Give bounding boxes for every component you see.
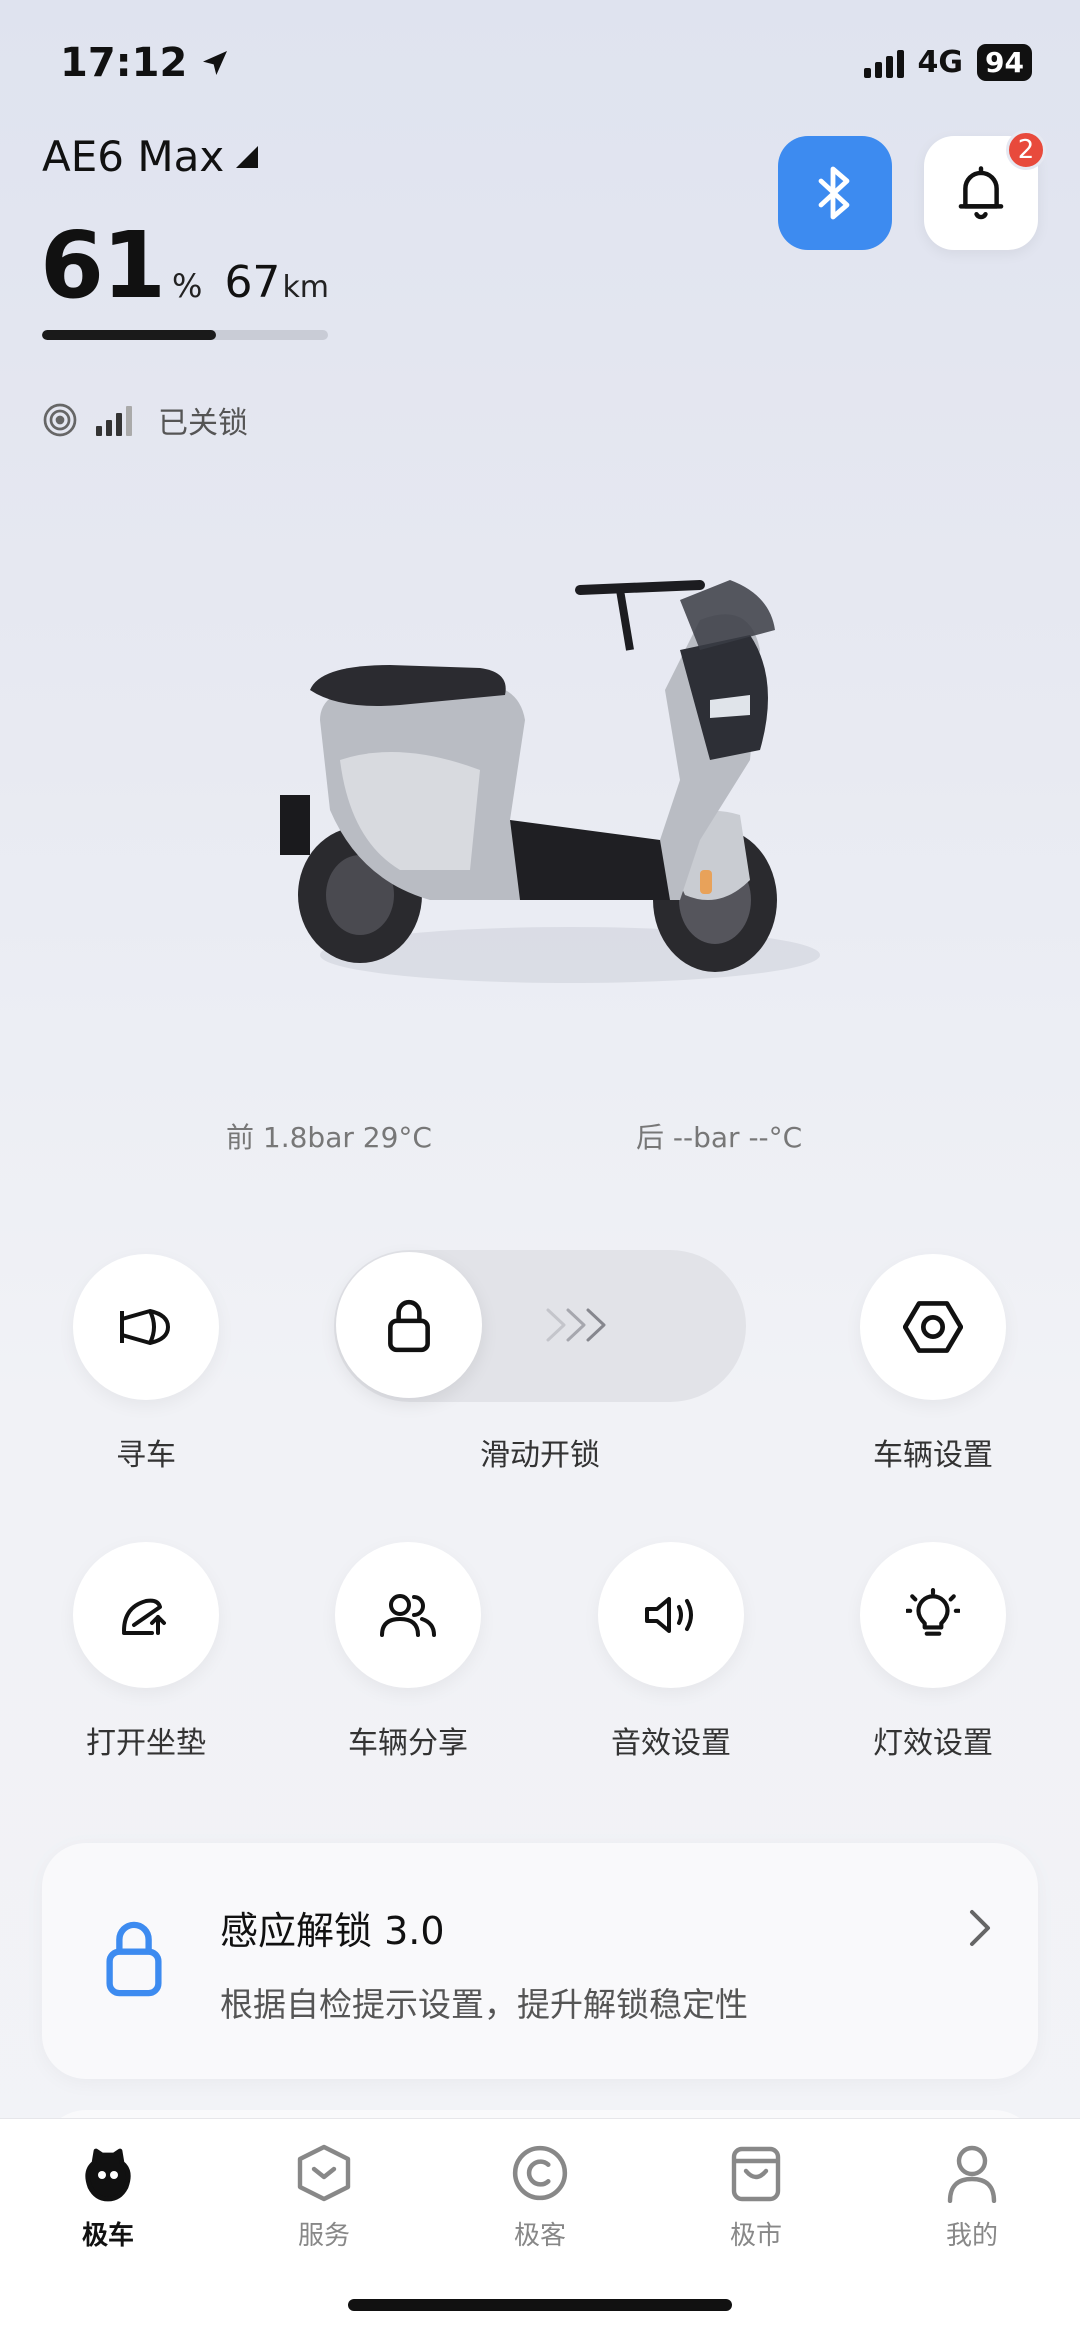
location-arrow-icon xyxy=(203,51,228,75)
slide-unlock-label: 滑动开锁 xyxy=(480,1438,600,1473)
nav-item-service[interactable]: 服务 xyxy=(254,2143,394,2252)
sound-settings-label: 音效设置 xyxy=(611,1726,731,1761)
connection-lock-status: 已关锁 xyxy=(42,398,248,442)
status-time: 17:12 xyxy=(60,40,231,86)
shopping-bag-icon xyxy=(731,2146,781,2202)
dropdown-triangle-icon xyxy=(236,145,259,168)
nav-item-car[interactable]: 极车 xyxy=(38,2143,178,2252)
vehicle-settings-label: 车辆设置 xyxy=(873,1438,993,1473)
vehicle-settings-button[interactable] xyxy=(860,1254,1006,1400)
vehicle-model-name: AE6 Max xyxy=(42,132,225,181)
nav-item-mine[interactable]: 我的 xyxy=(902,2143,1042,2252)
card-subtitle: 根据自检提示设置，提升解锁稳定性 xyxy=(220,1985,748,2024)
scooter-image xyxy=(280,580,820,983)
open-seat-button[interactable] xyxy=(73,1542,219,1688)
nav-label-mine: 我的 xyxy=(945,2221,998,2251)
status-time-text: 17:12 xyxy=(60,40,188,86)
lightbulb-icon xyxy=(906,1588,960,1636)
nav-item-market[interactable]: 极市 xyxy=(686,2143,826,2252)
vehicle-model-selector[interactable]: AE6 Max xyxy=(42,132,259,181)
proximity-unlock-card[interactable] xyxy=(42,1843,1038,2079)
battery-percent-value: 61 xyxy=(40,212,166,319)
seat-open-icon xyxy=(122,1598,166,1635)
padlock-icon xyxy=(106,1921,162,1997)
card-title: 感应解锁 3.0 xyxy=(220,1909,445,1953)
chevron-arrows-icon xyxy=(546,1308,606,1342)
sound-settings-button[interactable] xyxy=(598,1542,744,1688)
chevron-right-icon xyxy=(970,1910,990,1946)
status-indicators: 4G 94 xyxy=(863,44,1032,81)
signal-strength-icon xyxy=(96,406,132,436)
person-icon xyxy=(947,2145,997,2203)
service-box-icon xyxy=(297,2144,351,2202)
gps-target-icon xyxy=(43,403,77,437)
battery-progress-bar xyxy=(42,330,328,340)
bluetooth-button[interactable] xyxy=(778,136,892,250)
cellular-signal-icon xyxy=(863,48,904,78)
network-type: 4G xyxy=(917,45,964,80)
battery-indicator: 94 xyxy=(977,44,1032,81)
slide-unlock-knob[interactable] xyxy=(336,1252,482,1398)
notification-button[interactable]: 2 xyxy=(924,130,1046,250)
speaker-icon xyxy=(645,1597,693,1633)
bluetooth-icon xyxy=(818,166,850,220)
battery-range-readout: 61 % 67 km xyxy=(40,212,329,319)
find-car-button[interactable] xyxy=(73,1254,219,1400)
bell-icon xyxy=(958,166,1004,220)
find-car-label: 寻车 xyxy=(116,1438,176,1473)
front-tire-pressure: 前 1.8bar 29°C xyxy=(226,1121,432,1154)
light-settings-button[interactable] xyxy=(860,1542,1006,1688)
lock-status-text: 已关锁 xyxy=(158,406,248,441)
battery-percent-unit: % xyxy=(172,267,203,305)
users-icon xyxy=(380,1594,436,1637)
nav-label-geek: 极客 xyxy=(513,2221,566,2251)
nav-label-market: 极市 xyxy=(729,2221,782,2251)
share-vehicle-button[interactable] xyxy=(335,1542,481,1688)
scooter-mascot-icon xyxy=(85,2148,131,2202)
range-unit: km xyxy=(282,270,330,305)
battery-progress-fill xyxy=(42,330,217,340)
range-value: 67 xyxy=(224,257,281,308)
rear-tire-pressure: 后 --bar --°C xyxy=(636,1121,803,1154)
share-vehicle-label: 车辆分享 xyxy=(348,1726,468,1761)
nav-label-car: 极车 xyxy=(81,2221,134,2251)
nav-label-service: 服务 xyxy=(297,2221,350,2251)
nav-item-geek[interactable]: 极客 xyxy=(470,2143,610,2252)
copyright-circle-icon xyxy=(512,2145,568,2201)
home-indicator xyxy=(348,2299,732,2311)
notification-badge: 2 xyxy=(1006,130,1046,170)
light-settings-label: 灯效设置 xyxy=(873,1726,993,1761)
horn-icon xyxy=(120,1309,170,1345)
hexagon-nut-icon xyxy=(903,1301,963,1353)
lock-icon xyxy=(388,1300,430,1353)
open-seat-label: 打开坐垫 xyxy=(86,1726,206,1761)
